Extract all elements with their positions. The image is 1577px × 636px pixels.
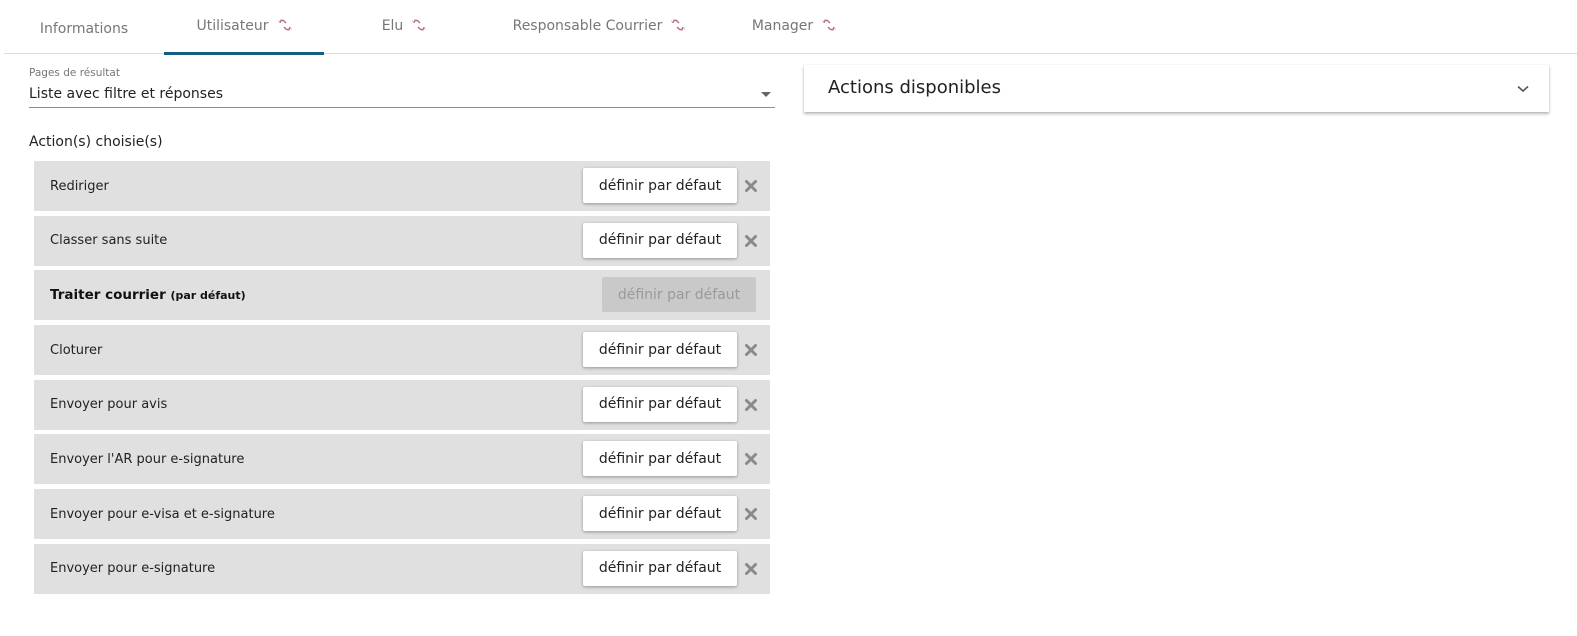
tab-responsable-courrier[interactable]: Responsable Courrier [499,0,699,54]
action-name: Envoyer pour e-signature [50,561,216,577]
remove-icon[interactable] [744,562,758,576]
tab-bar: Informations Utilisateur Elu Responsable… [4,0,1577,55]
action-name: Envoyer l'AR pour e-signature [50,451,245,467]
action-name: Classer sans suite [50,233,168,249]
remove-icon[interactable] [744,398,758,412]
remove-icon[interactable] [744,507,758,521]
action-row: Cloturer définir par défaut [34,325,770,376]
action-name: Rediriger [50,178,109,194]
set-default-button[interactable]: définir par défaut [583,441,737,477]
action-name: Envoyer pour avis [50,397,168,413]
tab-informations[interactable]: Informations [24,0,144,54]
tab-manager[interactable]: Manager [739,0,849,54]
available-actions-title: Actions disponibles [828,77,1002,98]
remove-icon[interactable] [744,179,758,193]
remove-icon[interactable] [744,452,758,466]
action-row: Envoyer l'AR pour e-signature définir pa… [34,434,770,485]
default-marker: (par défaut) [170,289,246,303]
set-default-button[interactable]: définir par défaut [583,496,737,532]
action-row: Envoyer pour avis définir par défaut [34,379,770,430]
tab-elu[interactable]: Elu [354,0,454,54]
action-row-default: Traiter courrier (par défaut) définir pa… [34,270,770,321]
tab-label: Utilisateur [196,18,269,34]
action-row: Classer sans suite définir par défaut [34,215,770,266]
remove-icon[interactable] [744,343,758,357]
remove-icon[interactable] [744,234,758,248]
action-name: Traiter courrier (par défaut) [50,287,246,303]
tab-label: Manager [751,18,814,34]
action-row: Envoyer pour e-visa et e-signature défin… [34,489,770,540]
chosen-actions-list: Rediriger définir par défaut Classer san… [34,161,770,599]
unlink-icon [822,19,837,31]
action-row: Rediriger définir par défaut [34,161,770,211]
action-name: Envoyer pour e-visa et e-signature [50,506,275,522]
unlink-icon [277,19,292,31]
result-page-label: Pages de résultat [29,67,120,79]
chevron-down-icon[interactable] [1517,85,1529,93]
set-default-button[interactable]: définir par défaut [583,222,737,258]
tab-utilisateur[interactable]: Utilisateur [164,0,324,55]
chosen-actions-title: Action(s) choisie(s) [29,134,163,150]
set-default-button-disabled: définir par défaut [602,277,756,313]
set-default-button[interactable]: définir par défaut [583,168,737,203]
unlink-icon [412,19,427,31]
unlink-icon [671,19,686,31]
tab-label: Responsable Courrier [512,18,663,34]
set-default-button[interactable]: définir par défaut [583,332,737,368]
result-page-select[interactable]: Pages de résultat Liste avec filtre et r… [29,66,775,108]
tab-label: Informations [39,21,129,37]
action-row: Envoyer pour e-signature définir par déf… [34,543,770,594]
available-actions-panel[interactable]: Actions disponibles [804,65,1549,112]
action-name-text: Traiter courrier [50,287,166,304]
action-name: Cloturer [50,342,103,358]
dropdown-arrow-icon [761,92,771,97]
set-default-button[interactable]: définir par défaut [583,386,737,422]
set-default-button[interactable]: définir par défaut [583,550,737,586]
tab-label: Elu [381,18,404,34]
result-page-value: Liste avec filtre et réponses [29,86,224,102]
